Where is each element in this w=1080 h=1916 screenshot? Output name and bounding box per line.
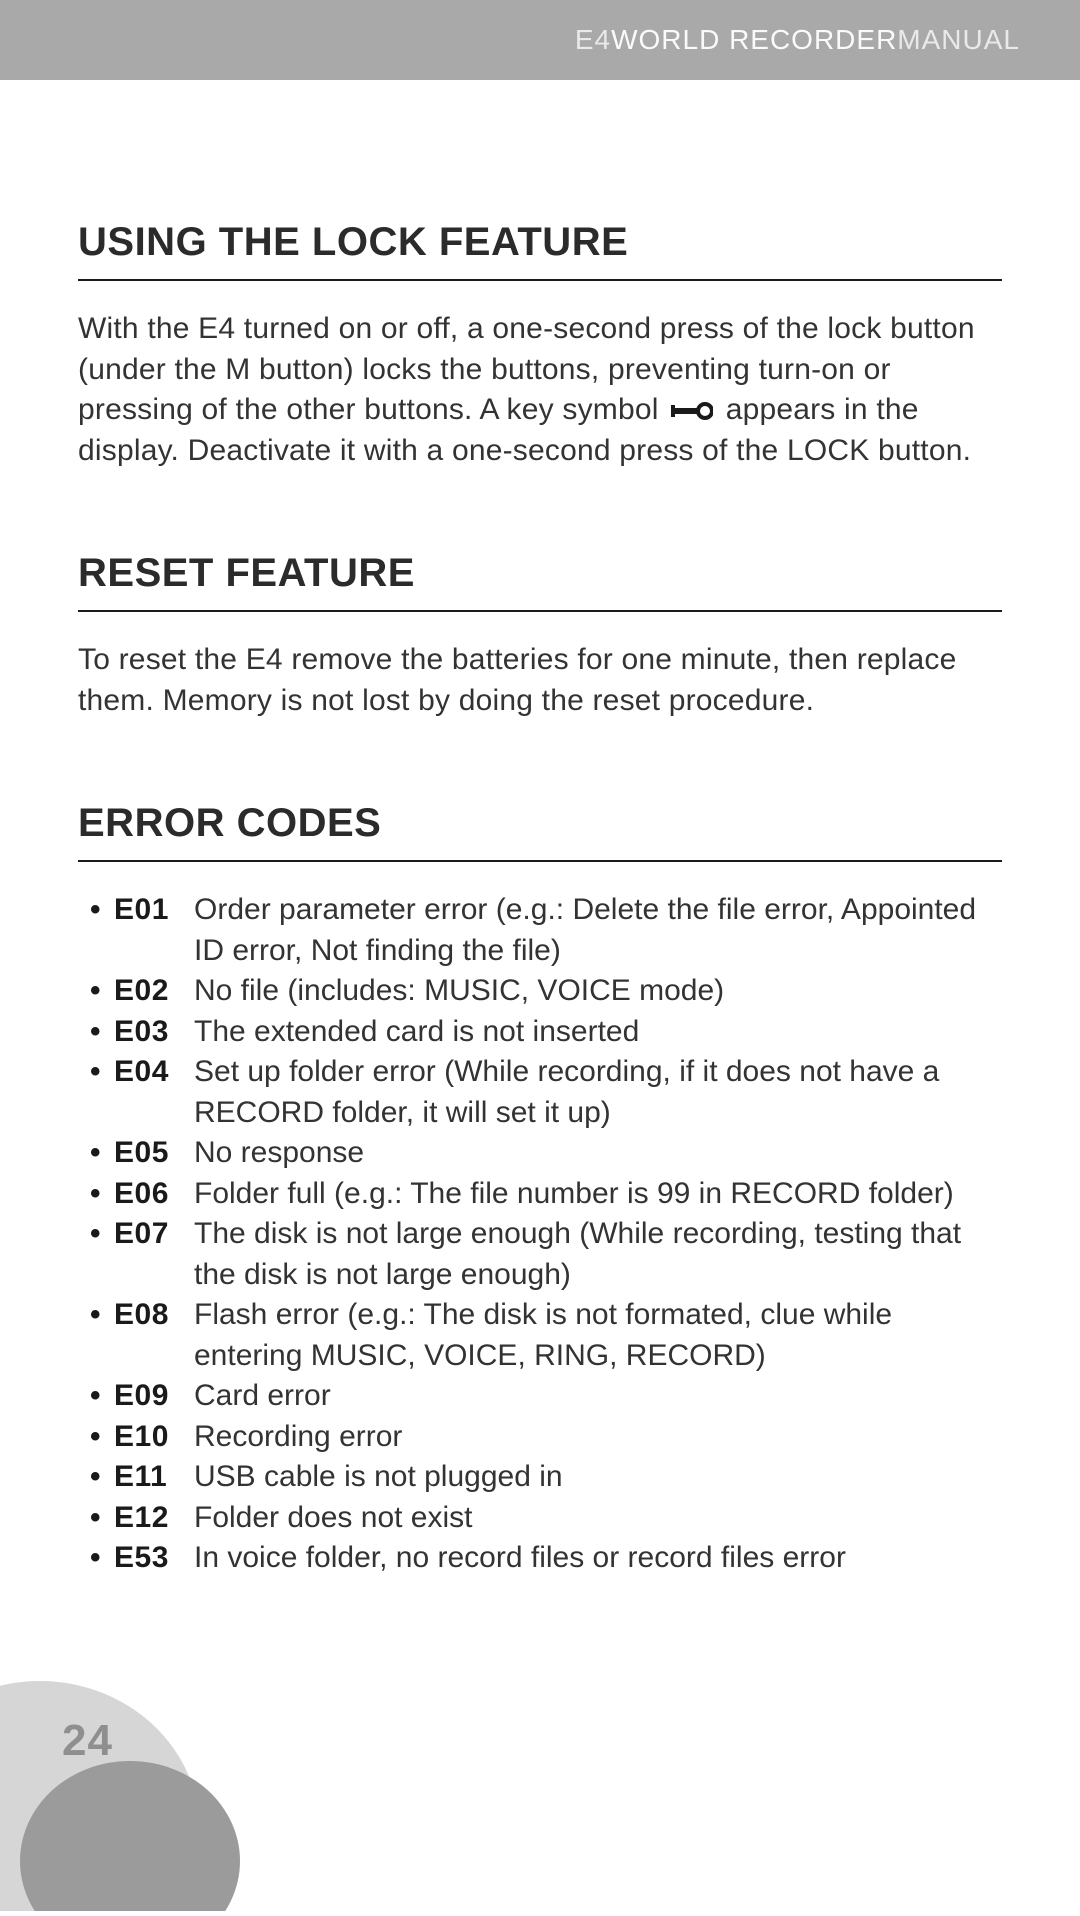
key-icon: [671, 402, 713, 420]
error-code-item: E12 Folder does not exist: [78, 1498, 1002, 1539]
error-code: E12: [114, 1498, 169, 1539]
error-code: E08: [114, 1295, 169, 1336]
error-text: In voice folder, no record files or reco…: [194, 1541, 846, 1574]
error-code-item: E02 No file (includes: MUSIC, VOICE mode): [78, 971, 1002, 1012]
error-text: The extended card is not inserted: [194, 1015, 639, 1048]
error-code: E02: [114, 971, 169, 1012]
section-heading: ERROR CODES: [78, 801, 1002, 862]
header-prefix: E4: [575, 24, 611, 56]
section-lock-feature: USING THE LOCK FEATURE With the E4 turne…: [78, 220, 1002, 471]
error-text: No response: [194, 1136, 364, 1169]
error-code: E10: [114, 1417, 169, 1458]
error-code: E04: [114, 1052, 169, 1093]
error-code-item: E05 No response: [78, 1133, 1002, 1174]
error-code-item: E03 The extended card is not inserted: [78, 1012, 1002, 1053]
page-number: 24: [62, 1716, 113, 1766]
page-content: USING THE LOCK FEATURE With the E4 turne…: [0, 80, 1080, 1579]
section-reset-feature: RESET FEATURE To reset the E4 remove the…: [78, 551, 1002, 721]
error-text: Set up folder error (While recording, if…: [194, 1055, 939, 1129]
section-body: With the E4 turned on or off, a one-seco…: [78, 309, 1002, 471]
error-code-item: E07 The disk is not large enough (While r…: [78, 1214, 1002, 1295]
error-code-item: E08 Flash error (e.g.: The disk is not fo…: [78, 1295, 1002, 1376]
error-code-item: E10 Recording error: [78, 1417, 1002, 1458]
error-text: Recording error: [194, 1420, 402, 1453]
error-text: The disk is not large enough (While reco…: [194, 1217, 961, 1291]
error-code: E05: [114, 1133, 169, 1174]
error-text: Folder full (e.g.: The file number is 99…: [194, 1177, 954, 1210]
error-code: E07: [114, 1214, 169, 1255]
error-text: USB cable is not plugged in: [194, 1460, 563, 1493]
error-code-item: E11 USB cable is not plugged in: [78, 1457, 1002, 1498]
error-code-list: E01 Order parameter error (e.g.: Delete t…: [78, 890, 1002, 1579]
header-mid: WORLD RECORDER: [611, 24, 897, 56]
error-code-item: E09 Card error: [78, 1376, 1002, 1417]
section-heading: RESET FEATURE: [78, 551, 1002, 612]
error-code-item: E04 Set up folder error (While recording,…: [78, 1052, 1002, 1133]
error-code: E03: [114, 1012, 169, 1053]
section-heading: USING THE LOCK FEATURE: [78, 220, 1002, 281]
error-code: E01: [114, 890, 169, 931]
error-code: E09: [114, 1376, 169, 1417]
error-text: Card error: [194, 1379, 331, 1412]
header-suffix: MANUAL: [897, 24, 1020, 56]
error-code-item: E06 Folder full (e.g.: The file number is…: [78, 1174, 1002, 1215]
error-code: E53: [114, 1538, 169, 1579]
section-body: To reset the E4 remove the batteries for…: [78, 640, 1002, 721]
error-code: E11: [114, 1457, 167, 1498]
error-code: E06: [114, 1174, 169, 1215]
error-text: Order parameter error (e.g.: Delete the …: [194, 893, 976, 967]
page-header: E4 WORLD RECORDER MANUAL: [0, 0, 1080, 80]
error-text: Flash error (e.g.: The disk is not forma…: [194, 1298, 892, 1372]
error-text: No file (includes: MUSIC, VOICE mode): [194, 974, 724, 1007]
error-code-item: E53 In voice folder, no record files or r…: [78, 1538, 1002, 1579]
error-code-item: E01 Order parameter error (e.g.: Delete t…: [78, 890, 1002, 971]
page-corner-decor: [0, 1631, 240, 1911]
error-text: Folder does not exist: [194, 1501, 472, 1534]
section-error-codes: ERROR CODES E01 Order parameter error (e.…: [78, 801, 1002, 1579]
